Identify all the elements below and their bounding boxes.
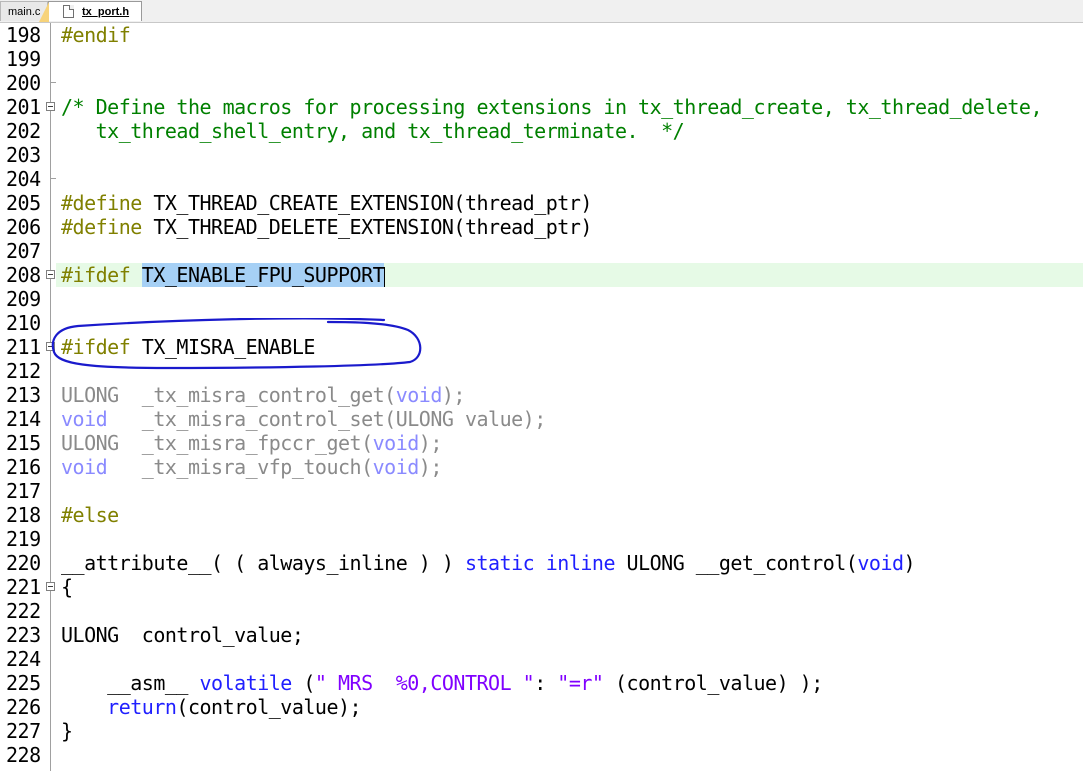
code-text: ULONG _tx_misra_control_get(void);	[61, 383, 465, 407]
code-text: __attribute__( ( always_inline ) ) stati…	[61, 551, 916, 575]
line-number: 212	[6, 359, 41, 383]
fold-minus-icon[interactable]	[46, 582, 55, 591]
code-line: 213 ULONG _tx_misra_control_get(void);	[0, 383, 1083, 407]
code-line: 201 /* Define the macros for processing …	[0, 95, 1083, 119]
fold-minus-icon[interactable]	[46, 342, 55, 351]
code-line: 219	[0, 527, 1083, 551]
line-number: 210	[6, 311, 41, 335]
text-cursor	[384, 266, 386, 287]
code-line: 198 #endif	[0, 23, 1083, 47]
line-number: 221	[6, 575, 41, 599]
code-line: 220 __attribute__( ( always_inline ) ) s…	[0, 551, 1083, 575]
line-number: 200	[6, 71, 41, 95]
code-line: 209	[0, 287, 1083, 311]
code-text: #else	[61, 503, 119, 527]
code-line: 204	[0, 167, 1083, 191]
line-number: 226	[6, 695, 41, 719]
line-number: 227	[6, 719, 41, 743]
code-line: 216 void _tx_misra_vfp_touch(void);	[0, 455, 1083, 479]
code-line: 202 tx_thread_shell_entry, and tx_thread…	[0, 119, 1083, 143]
line-number: 228	[6, 743, 41, 767]
tab-label: tx_port.h	[82, 6, 130, 18]
code-line: 218 #else	[0, 503, 1083, 527]
line-number: 207	[6, 239, 41, 263]
code-line: 208 #ifdef TX_ENABLE_FPU_SUPPORT	[0, 263, 1083, 287]
tab-corner-icon	[39, 2, 49, 22]
code-line: 222	[0, 599, 1083, 623]
code-editor[interactable]: 198 #endif 199 200 201 /* Define the mac…	[0, 23, 1083, 771]
line-number: 216	[6, 455, 41, 479]
line-number: 219	[6, 527, 41, 551]
fold-end-icon	[50, 178, 56, 179]
code-line: 225 __asm__ volatile (" MRS %0,CONTROL "…	[0, 671, 1083, 695]
code-text: ULONG control_value;	[61, 623, 304, 647]
code-line: 224	[0, 647, 1083, 671]
line-number: 208	[6, 263, 41, 287]
line-number: 224	[6, 647, 41, 671]
line-number: 213	[6, 383, 41, 407]
code-line: 215 ULONG _tx_misra_fpccr_get(void);	[0, 431, 1083, 455]
code-line: 226 return(control_value);	[0, 695, 1083, 719]
code-text: tx_thread_shell_entry, and tx_thread_ter…	[61, 119, 685, 143]
fold-minus-icon[interactable]	[46, 102, 55, 111]
tab-label: main.c	[8, 6, 41, 18]
line-number: 201	[6, 95, 41, 119]
line-number: 218	[6, 503, 41, 527]
code-line: 207	[0, 239, 1083, 263]
fold-end-icon	[50, 82, 56, 83]
code-text: #ifdef TX_MISRA_ENABLE	[61, 335, 315, 359]
code-text: #ifdef TX_ENABLE_FPU_SUPPORT	[61, 263, 386, 287]
code-line: 228	[0, 743, 1083, 767]
line-number: 211	[6, 335, 41, 359]
line-number: 202	[6, 119, 41, 143]
code-line: 214 void _tx_misra_control_set(ULONG val…	[0, 407, 1083, 431]
line-number: 217	[6, 479, 41, 503]
code-text: ULONG _tx_misra_fpccr_get(void);	[61, 431, 442, 455]
fold-minus-icon[interactable]	[46, 270, 55, 279]
line-number: 203	[6, 143, 41, 167]
code-line: 205 #define TX_THREAD_CREATE_EXTENSION(t…	[0, 191, 1083, 215]
code-line: 211 #ifdef TX_MISRA_ENABLE	[0, 335, 1083, 359]
line-number: 204	[6, 167, 41, 191]
code-line: 221 {	[0, 575, 1083, 599]
tab-tx-port-h[interactable]: tx_port.h	[39, 1, 142, 22]
code-text: #endif	[61, 23, 131, 47]
code-text: __asm__ volatile (" MRS %0,CONTROL ": "=…	[61, 671, 823, 695]
line-number: 198	[6, 23, 41, 47]
line-number: 223	[6, 623, 41, 647]
code-text: #define TX_THREAD_CREATE_EXTENSION(threa…	[61, 191, 592, 215]
line-number: 214	[6, 407, 41, 431]
code-line: 203	[0, 143, 1083, 167]
line-number: 222	[6, 599, 41, 623]
code-line: 200	[0, 71, 1083, 95]
code-line: 206 #define TX_THREAD_DELETE_EXTENSION(t…	[0, 215, 1083, 239]
code-line: 217	[0, 479, 1083, 503]
code-line: 212	[0, 359, 1083, 383]
line-number: 199	[6, 47, 41, 71]
line-number: 220	[6, 551, 41, 575]
file-icon	[63, 5, 74, 18]
code-text: /* Define the macros for processing exte…	[61, 95, 1043, 119]
line-number: 225	[6, 671, 41, 695]
code-line: 210	[0, 311, 1083, 335]
line-number: 205	[6, 191, 41, 215]
selected-text: TX_ENABLE_FPU_SUPPORT	[141, 263, 385, 287]
code-line: 223 ULONG control_value;	[0, 623, 1083, 647]
code-text: #define TX_THREAD_DELETE_EXTENSION(threa…	[61, 215, 592, 239]
code-text: return(control_value);	[107, 695, 362, 719]
line-number: 209	[6, 287, 41, 311]
line-number: 215	[6, 431, 41, 455]
code-line: 199	[0, 47, 1083, 71]
tab-bar: main.c tx_port.h	[0, 0, 1083, 23]
code-text: {	[61, 575, 73, 599]
code-line: 227 }	[0, 719, 1083, 743]
code-text: void _tx_misra_control_set(ULONG value);	[61, 407, 546, 431]
code-text: }	[61, 719, 73, 743]
code-text: void _tx_misra_vfp_touch(void);	[61, 455, 442, 479]
line-number: 206	[6, 215, 41, 239]
